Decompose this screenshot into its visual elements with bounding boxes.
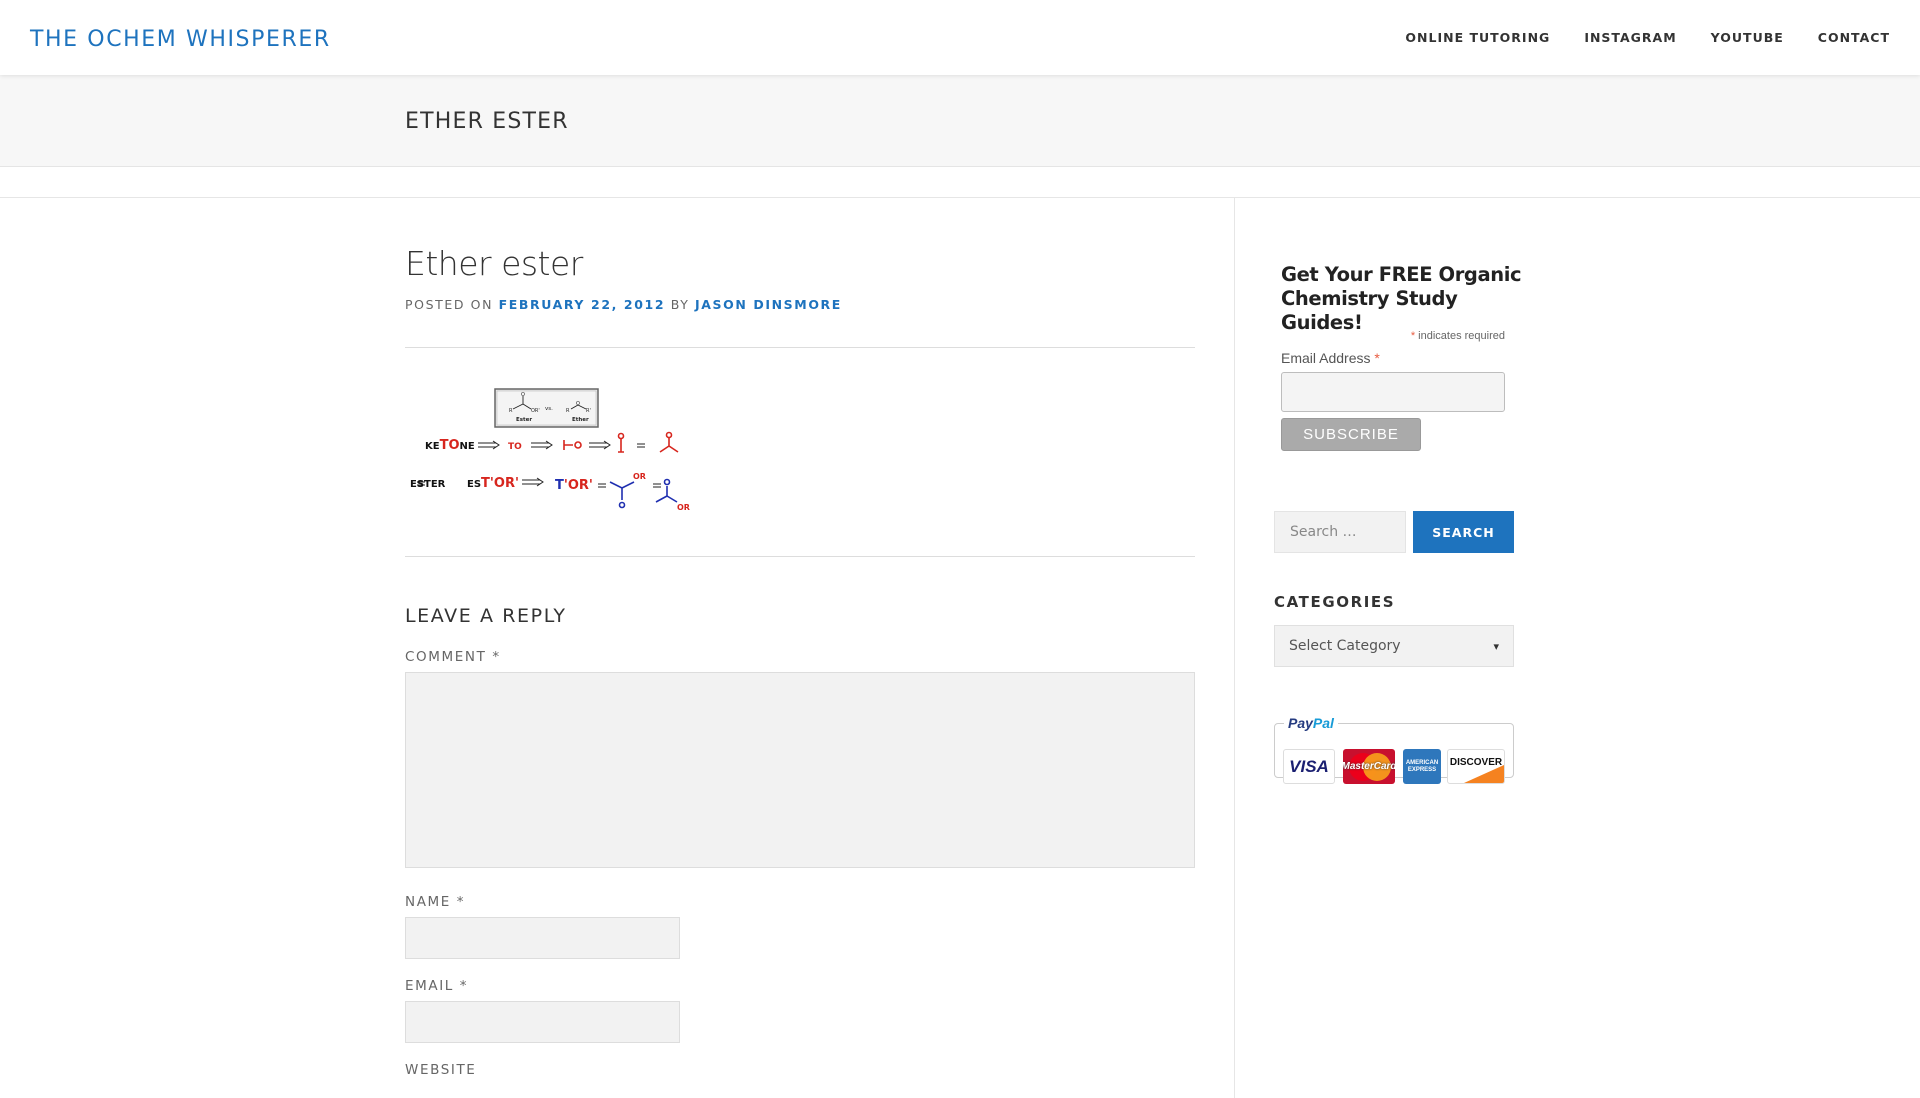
nav-item-youtube[interactable]: YOUTUBE (1711, 30, 1784, 45)
visa-card-icon: VISA (1283, 749, 1335, 784)
required-note-text: indicates required (1415, 330, 1505, 342)
svg-text:OR': OR' (531, 408, 540, 414)
svg-text:R: R (509, 408, 513, 414)
divider (405, 347, 1195, 348)
svg-text:O: O (576, 401, 580, 407)
ketone-to: TO (440, 438, 460, 453)
site-title-link[interactable]: THE OCHEM WHISPERER (30, 27, 331, 52)
newsletter-email-label: Email Address * (1281, 350, 1380, 366)
newsletter-title: Get Your FREE Organic Chemistry Study Gu… (1281, 263, 1522, 334)
row2-t: T (555, 478, 564, 493)
post-date-link[interactable]: FEBRUARY 22, 2012 (499, 297, 666, 312)
ketone-ke: KE (425, 441, 440, 452)
svg-text:R': R' (586, 408, 591, 414)
divider (0, 197, 1920, 198)
or-label-1: OR (633, 472, 646, 481)
comment-textarea[interactable] (405, 672, 1195, 868)
leave-reply-heading: LEAVE A REPLY (405, 605, 567, 627)
ketone-ne: NE (460, 441, 475, 452)
email-input[interactable] (405, 1001, 680, 1043)
name-label: NAME * (405, 894, 466, 910)
svg-text:O: O (521, 392, 525, 398)
post-title: Ether ester (405, 244, 583, 283)
discover-text: DISCOVER (1449, 757, 1503, 768)
categories-heading: CATEGORIES (1274, 593, 1396, 611)
ether-ester-diagram: R O OR' R O R' Ester vs. Ether KETONE TO (410, 388, 690, 512)
ether-label: Ether (572, 417, 589, 423)
payment-cards-frame: VISA MasterCard AMERICAN EXPRESS DISCOVE… (1274, 723, 1514, 784)
amex-card-icon: AMERICAN EXPRESS (1403, 749, 1441, 784)
posted-on-label: POSTED ON (405, 297, 494, 312)
sidebar-divider (1234, 198, 1235, 1098)
ester-label: Ester (516, 417, 532, 423)
search-button[interactable]: SEARCH (1413, 511, 1514, 553)
search-input[interactable]: Search … (1274, 511, 1406, 553)
category-select[interactable]: Select Category ▾ (1274, 625, 1514, 667)
post-meta: POSTED ON FEBRUARY 22, 2012 BY JASON DIN… (405, 297, 842, 312)
paypal-logo: PayPal (1284, 715, 1338, 731)
website-label: WEBSITE (405, 1062, 477, 1078)
nav-item-online-tutoring[interactable]: ONLINE TUTORING (1405, 30, 1550, 45)
discover-card-icon: DISCOVER (1447, 749, 1505, 784)
by-label: BY (670, 297, 690, 312)
newsletter-email-label-text: Email Address (1281, 350, 1375, 366)
row2-ester: ESTER (410, 479, 446, 490)
main-nav: ONLINE TUTORING INSTAGRAM YOUTUBE CONTAC… (1405, 30, 1890, 45)
category-select-value: Select Category (1289, 638, 1401, 654)
paypal-logo-pay: Pay (1288, 715, 1313, 731)
newsletter-email-input[interactable] (1281, 372, 1505, 412)
svg-text:R: R (566, 408, 570, 414)
site-header: THE OCHEM WHISPERER ONLINE TUTORING INST… (0, 0, 1920, 75)
svg-text:KETONE: KETONE (425, 438, 475, 453)
newsletter-email-star: * (1374, 350, 1380, 366)
mastercard-icon: MasterCard (1343, 749, 1395, 784)
comment-label: COMMENT * (405, 649, 501, 665)
or-label-2: OR (677, 503, 690, 512)
required-note: * indicates required (1281, 330, 1505, 342)
row2-tor: T'OR' (481, 476, 519, 491)
row1-to: TO (508, 442, 522, 452)
email-label: EMAIL * (405, 978, 469, 994)
vs-label: vs. (545, 406, 553, 412)
svg-text:T'OR': T'OR' (555, 478, 593, 493)
nav-item-instagram[interactable]: INSTAGRAM (1584, 30, 1676, 45)
row2-es: ES (467, 479, 481, 490)
mastercard-text: MasterCard (1343, 761, 1395, 772)
subscribe-button[interactable]: SUBSCRIBE (1281, 418, 1421, 451)
row2-or: 'OR' (564, 478, 593, 493)
post-author-link[interactable]: JASON DINSMORE (695, 297, 842, 312)
page-title: ETHER ESTER (405, 109, 569, 134)
nav-item-contact[interactable]: CONTACT (1818, 30, 1890, 45)
svg-text:EST'OR': EST'OR' (467, 476, 519, 491)
paypal-acceptance-badge[interactable]: VISA MasterCard AMERICAN EXPRESS DISCOVE… (1274, 713, 1514, 784)
name-input[interactable] (405, 917, 680, 959)
page-header: ETHER ESTER (0, 75, 1920, 167)
divider (405, 556, 1195, 557)
chevron-down-icon: ▾ (1493, 639, 1499, 653)
paypal-logo-pal: Pal (1312, 715, 1334, 731)
